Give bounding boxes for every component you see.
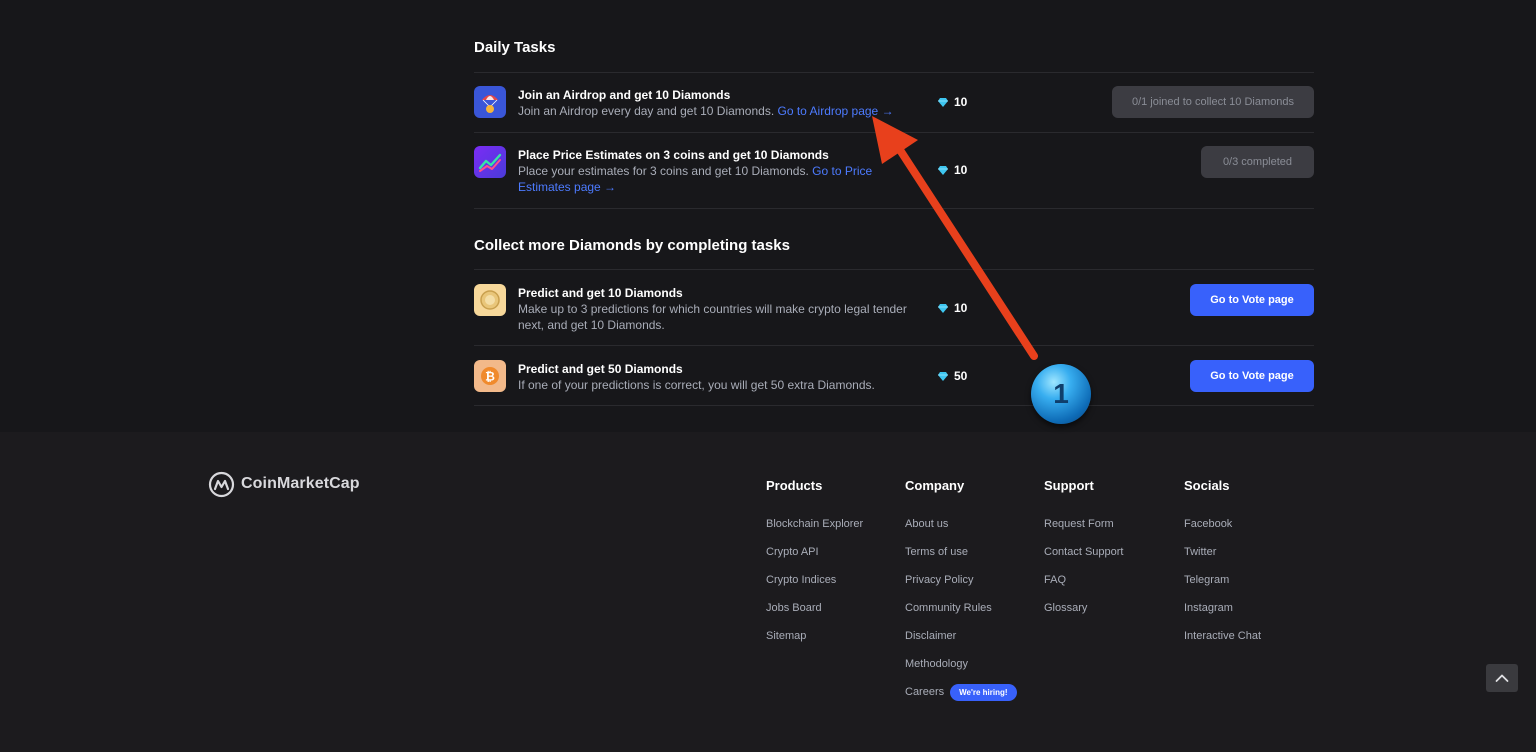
task-description-text: Place your estimates for 3 coins and get… xyxy=(518,164,809,178)
diamond-reward: 10 xyxy=(938,163,967,177)
brand-name: CoinMarketCap xyxy=(241,475,360,492)
footer-column-socials: Socials Facebook Twitter Telegram Instag… xyxy=(1184,478,1261,644)
careers-label[interactable]: Careers xyxy=(905,686,944,698)
footer-link[interactable]: Facebook xyxy=(1184,516,1261,532)
coin-icon xyxy=(474,284,506,316)
footer-link[interactable]: FAQ xyxy=(1044,572,1124,588)
divider xyxy=(474,269,1314,270)
footer-link[interactable]: Jobs Board xyxy=(766,600,863,616)
price-estimates-status-button[interactable]: 0/3 completed xyxy=(1201,146,1314,178)
go-to-vote-button[interactable]: Go to Vote page xyxy=(1190,284,1314,316)
footer-link[interactable]: Crypto API xyxy=(766,544,863,560)
coinmarketcap-logo[interactable]: CoinMarketCap xyxy=(208,470,360,498)
divider xyxy=(474,405,1314,406)
diamond-icon xyxy=(938,372,948,381)
task-title: Join an Airdrop and get 10 Diamonds xyxy=(518,88,731,102)
task-description: Make up to 3 predictions for which count… xyxy=(518,302,907,332)
footer-link[interactable]: Privacy Policy xyxy=(905,572,1017,588)
hiring-badge[interactable]: We're hiring! xyxy=(950,684,1017,701)
scroll-to-top-button[interactable] xyxy=(1486,664,1518,692)
footer-link[interactable]: About us xyxy=(905,516,1017,532)
reward-value: 10 xyxy=(954,301,968,315)
footer-link[interactable]: Contact Support xyxy=(1044,544,1124,560)
footer-column-title: Support xyxy=(1044,478,1094,493)
diamond-icon xyxy=(938,98,948,107)
svg-text:₿: ₿ xyxy=(485,370,495,384)
airdrop-icon xyxy=(474,86,506,118)
task-description: If one of your predictions is correct, y… xyxy=(518,378,875,392)
footer-link[interactable]: Instagram xyxy=(1184,600,1261,616)
task-row: Predict and get 10 Diamonds Make up to 3… xyxy=(474,284,1314,334)
footer-column-title: Socials xyxy=(1184,478,1230,493)
footer-link[interactable]: Community Rules xyxy=(905,600,1017,616)
footer-link[interactable]: Methodology xyxy=(905,656,1017,672)
footer-link[interactable]: Disclaimer xyxy=(905,628,1017,644)
divider xyxy=(474,72,1314,73)
divider xyxy=(474,132,1314,133)
task-title: Place Price Estimates on 3 coins and get… xyxy=(518,148,829,162)
footer-link[interactable]: Terms of use xyxy=(905,544,1017,560)
task-row: Place Price Estimates on 3 coins and get… xyxy=(474,146,1314,198)
task-description-text: Join an Airdrop every day and get 10 Dia… xyxy=(518,104,775,118)
task-description: Join an Airdrop every day and get 10 Dia… xyxy=(518,103,938,119)
footer-link[interactable]: Sitemap xyxy=(766,628,863,644)
footer-link[interactable]: Interactive Chat xyxy=(1184,628,1261,644)
task-title: Predict and get 10 Diamonds xyxy=(518,286,683,300)
diamond-icon xyxy=(938,166,948,175)
reward-value: 50 xyxy=(954,369,968,383)
footer-link[interactable]: Twitter xyxy=(1184,544,1261,560)
footer-link[interactable]: Telegram xyxy=(1184,572,1261,588)
daily-tasks-heading: Daily Tasks xyxy=(474,39,556,56)
go-to-vote-button[interactable]: Go to Vote page xyxy=(1190,360,1314,392)
coinmarketcap-logo-icon xyxy=(208,471,235,497)
footer-link[interactable]: Blockchain Explorer xyxy=(766,516,863,532)
footer-column-title: Products xyxy=(766,478,823,493)
go-to-airdrop-link[interactable]: Go to Airdrop page → xyxy=(778,104,894,118)
reward-value: 10 xyxy=(954,95,968,109)
task-description: Place your estimates for 3 coins and get… xyxy=(518,163,888,195)
task-row: ₿ Predict and get 50 Diamonds If one of … xyxy=(474,360,1314,394)
airdrop-status-button[interactable]: 0/1 joined to collect 10 Diamonds xyxy=(1111,86,1314,118)
task-title: Predict and get 50 Diamonds xyxy=(518,362,683,376)
reward-value: 10 xyxy=(954,163,968,177)
collect-tasks-heading: Collect more Diamonds by completing task… xyxy=(474,237,790,254)
footer-link[interactable]: Request Form xyxy=(1044,516,1124,532)
diamond-reward: 50 xyxy=(938,369,967,383)
main-content: Daily Tasks Join an Airdrop and get 10 D… xyxy=(0,0,1536,432)
diamond-icon xyxy=(938,304,948,313)
annotation-step-badge: 1 xyxy=(1031,364,1091,424)
diamond-reward: 10 xyxy=(938,95,967,109)
diamond-reward: 10 xyxy=(938,301,967,315)
footer-column-products: Products Blockchain Explorer Crypto API … xyxy=(766,478,863,644)
chevron-up-icon xyxy=(1495,674,1509,682)
footer-column-title: Company xyxy=(905,478,965,493)
divider xyxy=(474,345,1314,346)
task-row: Join an Airdrop and get 10 Diamonds Join… xyxy=(474,86,1314,126)
divider xyxy=(474,208,1314,209)
price-estimate-icon xyxy=(474,146,506,178)
footer-column-support: Support Request Form Contact Support FAQ… xyxy=(1044,478,1124,616)
footer-link-careers[interactable]: Careers We're hiring! xyxy=(905,684,1017,701)
footer-column-company: Company About us Terms of use Privacy Po… xyxy=(905,478,1017,701)
footer-link[interactable]: Glossary xyxy=(1044,600,1124,616)
footer-link[interactable]: Crypto Indices xyxy=(766,572,863,588)
bitcoin-icon: ₿ xyxy=(474,360,506,392)
